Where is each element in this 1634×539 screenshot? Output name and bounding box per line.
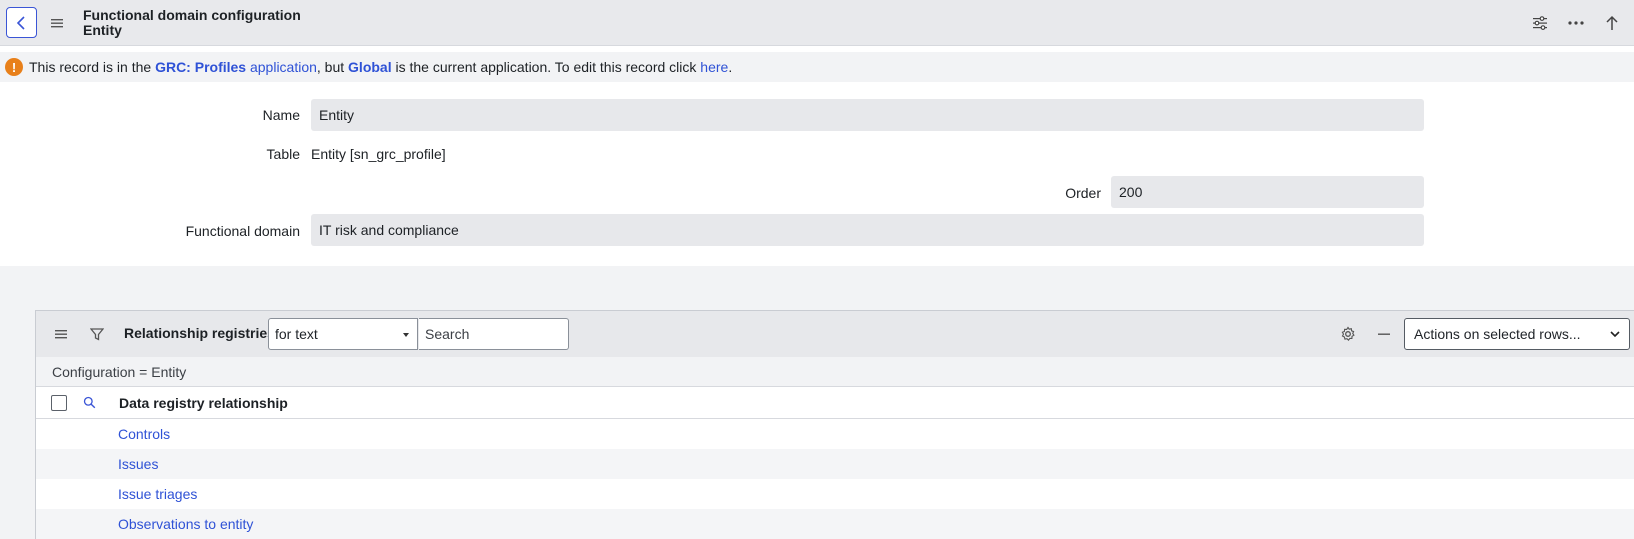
more-icon[interactable] (1566, 13, 1586, 33)
breadcrumb-condition[interactable]: Configuration = Entity (52, 364, 186, 380)
list-toolbar: Relationship registries for text Actions… (36, 311, 1634, 357)
app-name-link[interactable]: GRC: Profiles (155, 59, 246, 75)
functional-domain-field[interactable]: IT risk and compliance (311, 214, 1424, 246)
record-title: Entity (83, 22, 122, 38)
settings-sliders-icon[interactable] (1530, 13, 1550, 33)
select-all-checkbox[interactable] (51, 395, 67, 411)
back-button[interactable] (6, 7, 37, 38)
order-field[interactable]: 200 (1111, 176, 1424, 208)
back-icon (16, 15, 25, 30)
column-header-data-registry-relationship[interactable]: Data registry relationship (119, 395, 288, 411)
form-title: Functional domain configuration (83, 7, 301, 23)
table-row: Issue triages (36, 479, 1634, 509)
table-label: Table (266, 146, 300, 162)
name-field[interactable]: Entity (311, 99, 1424, 131)
search-field-value: for text (275, 326, 318, 342)
search-icon[interactable] (80, 393, 98, 411)
search-field-select[interactable]: for text (268, 318, 418, 350)
notice-suffix: is the current application. To edit this… (391, 59, 701, 75)
actions-select[interactable]: Actions on selected rows... (1404, 318, 1630, 350)
notice-end: . (728, 59, 733, 75)
list-menu-icon[interactable] (51, 324, 71, 344)
page-title: Functional domain configuration Entity (83, 8, 301, 38)
functional-domain-label: Functional domain (185, 223, 300, 239)
menu-icon[interactable] (48, 14, 66, 32)
notice-prefix: This record is in the (29, 59, 156, 75)
actions-select-value: Actions on selected rows... (1414, 326, 1581, 342)
name-label: Name (262, 107, 300, 123)
here-link[interactable]: here (700, 59, 728, 75)
table-row: Controls (36, 419, 1634, 449)
order-label: Order (1065, 185, 1101, 201)
caret-down-icon (403, 333, 409, 337)
warning-icon: ! (5, 58, 23, 76)
application-link[interactable]: application (250, 59, 317, 75)
related-list-panel: Relationship registries for text Actions… (35, 310, 1634, 539)
row-link[interactable]: Issues (118, 456, 158, 472)
form-header: Functional domain configuration Entity (0, 0, 1634, 46)
row-link[interactable]: Issue triages (118, 486, 197, 502)
application-scope-notice: ! This record is in the GRC: Profiles ap… (0, 52, 1634, 82)
table-row: Observations to entity (36, 509, 1634, 539)
up-arrow-icon[interactable] (1602, 13, 1622, 33)
row-link[interactable]: Controls (118, 426, 170, 442)
column-header-row: Data registry relationship (36, 387, 1634, 419)
table-row: Issues (36, 449, 1634, 479)
collapse-icon[interactable] (1374, 324, 1394, 344)
search-input[interactable] (419, 318, 569, 350)
table-value: Entity [sn_grc_profile] (311, 146, 446, 162)
breadcrumb: Configuration = Entity (36, 357, 1634, 387)
current-app-link[interactable]: Global (348, 59, 392, 75)
chevron-down-icon (1610, 331, 1620, 338)
related-list-title: Relationship registries (124, 325, 275, 341)
filter-icon[interactable] (87, 324, 107, 344)
notice-middle: , but (316, 59, 349, 75)
gear-icon[interactable] (1338, 324, 1358, 344)
row-link[interactable]: Observations to entity (118, 516, 253, 532)
